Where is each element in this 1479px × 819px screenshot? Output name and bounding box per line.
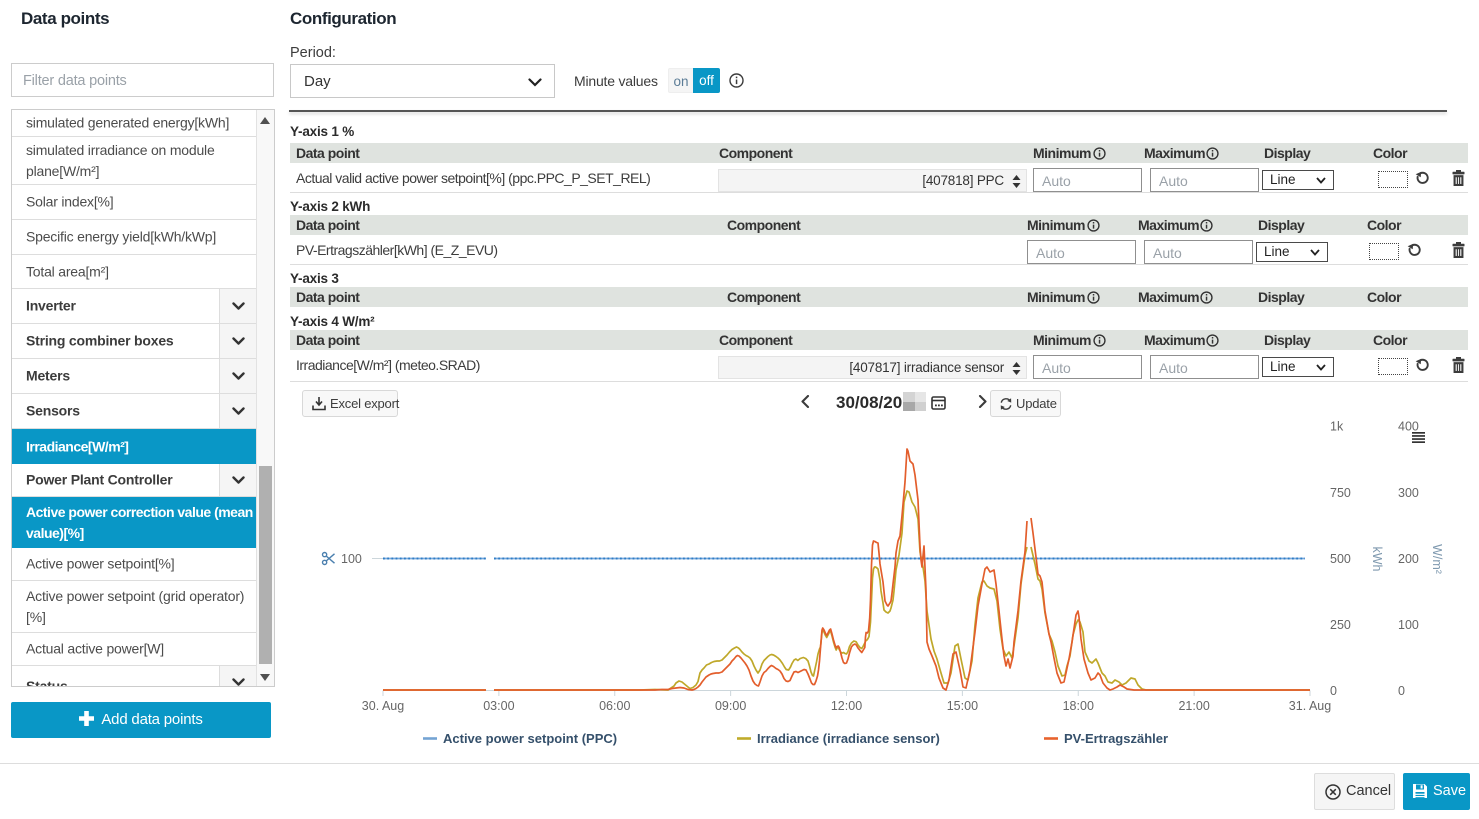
svg-text:kWh: kWh — [1370, 547, 1384, 572]
svg-text:300: 300 — [1398, 486, 1419, 500]
svg-text:200: 200 — [1398, 552, 1419, 566]
svg-text:18:00: 18:00 — [1063, 699, 1094, 713]
svg-text:1k: 1k — [1330, 420, 1344, 434]
svg-text:03:00: 03:00 — [483, 699, 514, 713]
svg-text:400: 400 — [1398, 420, 1419, 434]
svg-text:PV-Ertragszähler: PV-Ertragszähler — [1064, 731, 1168, 746]
svg-text:06:00: 06:00 — [599, 699, 630, 713]
svg-text:Active power setpoint (PPC): Active power setpoint (PPC) — [443, 731, 617, 746]
svg-text:15:00: 15:00 — [947, 699, 978, 713]
svg-text:0: 0 — [1330, 684, 1337, 698]
svg-text:0: 0 — [1398, 684, 1405, 698]
svg-text:250: 250 — [1330, 618, 1351, 632]
svg-text:750: 750 — [1330, 486, 1351, 500]
svg-text:100: 100 — [1398, 618, 1419, 632]
svg-text:100: 100 — [341, 552, 362, 566]
svg-text:31. Aug: 31. Aug — [1289, 699, 1331, 713]
svg-text:12:00: 12:00 — [831, 699, 862, 713]
svg-text:09:00: 09:00 — [715, 699, 746, 713]
svg-text:21:00: 21:00 — [1178, 699, 1209, 713]
svg-text:W/m²: W/m² — [1430, 544, 1444, 574]
svg-text:30. Aug: 30. Aug — [362, 699, 404, 713]
svg-text:Irradiance (irradiance sensor): Irradiance (irradiance sensor) — [757, 731, 940, 746]
svg-text:500: 500 — [1330, 552, 1351, 566]
